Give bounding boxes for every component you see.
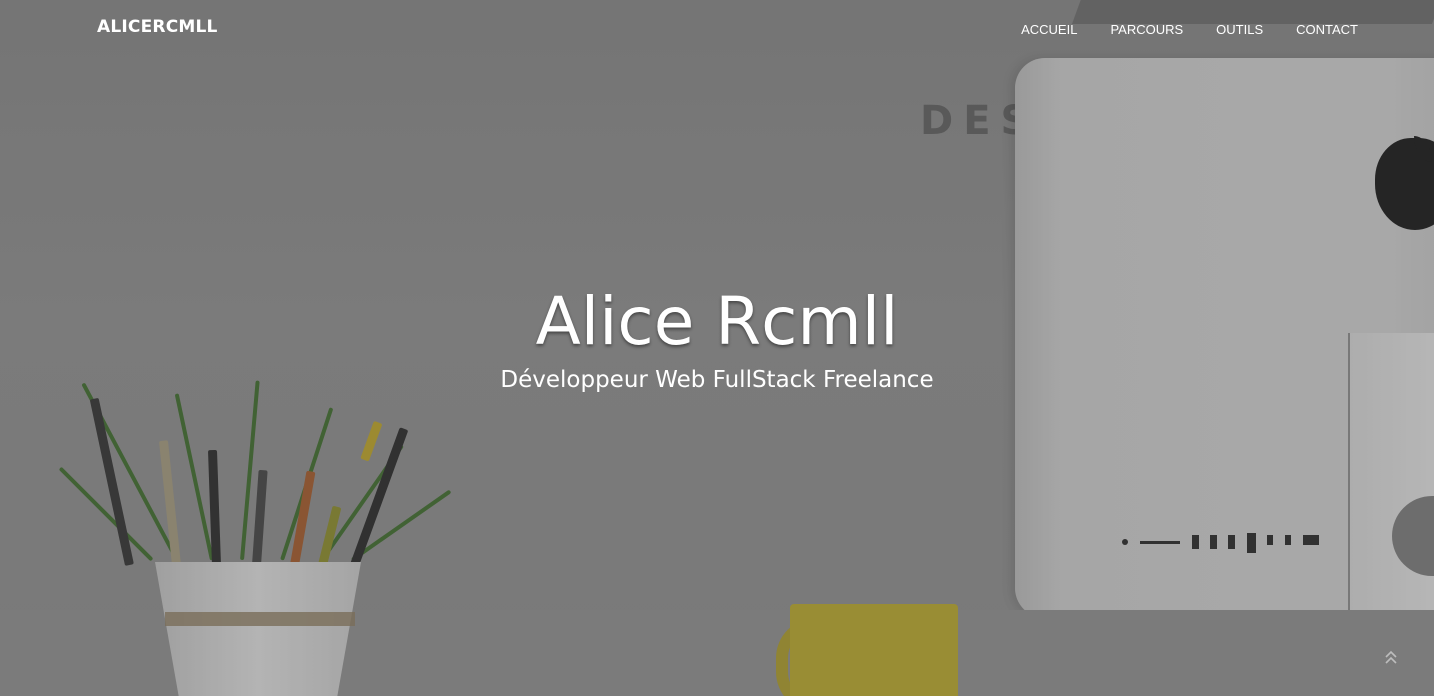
main-nav: ACCUEIL PARCOURS OUTILS CONTACT (1021, 22, 1358, 37)
nav-item-parcours[interactable]: PARCOURS (1110, 22, 1183, 37)
double-chevron-up-icon[interactable] (1384, 650, 1398, 670)
hero-section: DES ALICERCMLL ACCUEIL PARCOURS OUTILS C… (0, 0, 1434, 696)
nav-item-contact[interactable]: CONTACT (1296, 22, 1358, 37)
hero-subtitle: Développeur Web FullStack Freelance (500, 367, 934, 393)
hero-title: Alice Rcmll (535, 283, 899, 360)
scroll-top-svg (1385, 650, 1397, 664)
brand-logo-link[interactable]: ALICERCMLL (97, 17, 218, 37)
nav-item-accueil[interactable]: ACCUEIL (1021, 22, 1077, 37)
nav-item-outils[interactable]: OUTILS (1216, 22, 1263, 37)
